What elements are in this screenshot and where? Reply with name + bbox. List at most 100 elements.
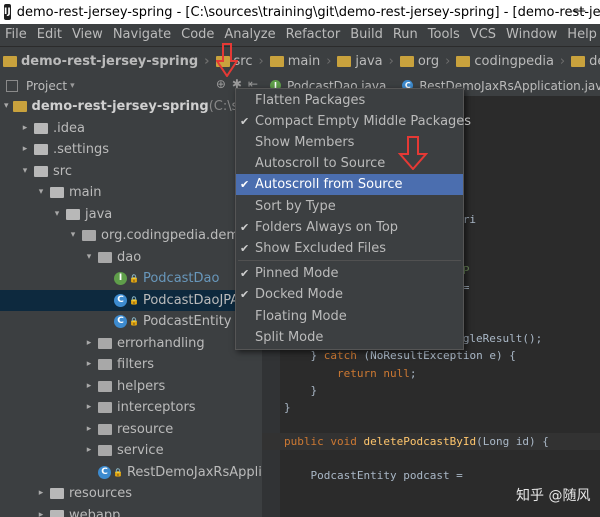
- tree-row[interactable]: ▸ interceptors: [0, 397, 262, 418]
- menu-item-autoscroll-to-source[interactable]: Autoscroll to Source: [236, 153, 463, 174]
- menu-item-show-excluded-files[interactable]: ✔ Show Excluded Files: [236, 238, 463, 259]
- breadcrumb-item[interactable]: org ›: [397, 54, 454, 69]
- minimize-icon[interactable]: —: [564, 2, 594, 20]
- sync-icon[interactable]: ⊕: [216, 77, 226, 91]
- chevron-down-icon[interactable]: ▾: [36, 182, 46, 203]
- menu-item-floating-mode[interactable]: Floating Mode: [236, 306, 463, 327]
- tree-row[interactable]: ▾ java: [0, 204, 262, 225]
- checkmark-icon: ✔: [240, 178, 250, 191]
- chevron-right-icon[interactable]: ▸: [20, 118, 30, 139]
- tree-row[interactable]: ▸ helpers: [0, 376, 262, 397]
- tree-row[interactable]: ▸ resource: [0, 419, 262, 440]
- tree-row[interactable]: I 🔒 PodcastDao: [0, 268, 262, 289]
- tree-label: main: [69, 185, 102, 200]
- tree-row[interactable]: ▸ filters: [0, 354, 262, 375]
- chevron-right-icon: ›: [258, 53, 264, 69]
- chevron-right-icon[interactable]: ▸: [20, 139, 30, 160]
- code-token: }: [284, 349, 324, 363]
- menu-separator: [238, 260, 461, 261]
- tree-row[interactable]: C🔒RestDemoJaxRsApplicati: [0, 462, 262, 483]
- chevron-down-icon[interactable]: ▾: [4, 96, 9, 117]
- breadcrumb-item[interactable]: demo-rest-jersey-spring ›: [0, 54, 213, 69]
- chevron-down-icon[interactable]: ▾: [70, 81, 75, 91]
- menu-item-label: Compact Empty Middle Packages: [255, 114, 472, 129]
- project-panel-title[interactable]: Project: [26, 79, 67, 93]
- menu-item-split-mode[interactable]: Split Mode: [236, 327, 463, 348]
- menu-navigate[interactable]: Navigate: [108, 24, 176, 46]
- menu-item-label: Autoscroll to Source: [255, 156, 386, 171]
- chevron-right-icon[interactable]: ▸: [84, 376, 94, 397]
- checkmark-icon: ✔: [240, 288, 250, 301]
- menu-item-autoscroll-from-source[interactable]: ✔ Autoscroll from Source: [236, 174, 463, 195]
- menu-item-folders-always-on-top[interactable]: ✔ Folders Always on Top: [236, 217, 463, 238]
- tree-label: src: [53, 163, 72, 179]
- tree-row[interactable]: ▾ src: [0, 161, 262, 182]
- menu-item-label: Pinned Mode: [255, 266, 339, 281]
- chevron-right-icon[interactable]: ▸: [36, 483, 46, 504]
- tree-label: PodcastEntity: [142, 314, 232, 329]
- menu-help[interactable]: Help: [562, 24, 600, 46]
- menu-item-pinned-mode[interactable]: ✔ Pinned Mode: [236, 263, 463, 284]
- tree-row[interactable]: ▸ errorhandling: [0, 333, 262, 354]
- tree-row[interactable]: ▸ webapp: [0, 505, 262, 517]
- window-title: demo-rest-jersey-spring - [C:\sources\tr…: [16, 4, 600, 20]
- menu-item-docked-mode[interactable]: ✔ Docked Mode: [236, 284, 463, 305]
- tree-row[interactable]: C 🔒 PodcastEntity: [0, 311, 262, 332]
- menu-window[interactable]: Window: [501, 24, 562, 46]
- tree-row[interactable]: ▸ service: [0, 440, 262, 461]
- breadcrumb-label: codingpedia: [474, 53, 554, 69]
- menu-vcs[interactable]: VCS: [465, 24, 501, 46]
- breadcrumb-item[interactable]: main ›: [267, 54, 335, 69]
- intellij-idea-icon: IJ: [4, 4, 11, 20]
- menu-code[interactable]: Code: [176, 24, 219, 46]
- tree-row[interactable]: ▸ .idea: [0, 118, 262, 139]
- project-tree[interactable]: ▾demo-rest-jersey-spring (C:\sources\▸.i…: [0, 96, 262, 517]
- package-icon: [98, 337, 112, 349]
- menu-item-compact-empty-middle-packages[interactable]: ✔ Compact Empty Middle Packages: [236, 111, 471, 132]
- folder-icon: [34, 122, 48, 134]
- tree-row[interactable]: ▸ .settings: [0, 139, 262, 160]
- tree-row[interactable]: ▸ resources: [0, 483, 262, 504]
- chevron-down-icon[interactable]: ▾: [20, 161, 30, 182]
- menu-item-flatten-packages[interactable]: Flatten Packages: [236, 90, 463, 111]
- menu-item-show-members[interactable]: Show Members: [236, 132, 463, 153]
- chevron-right-icon[interactable]: ▸: [84, 397, 94, 418]
- code-line: public void deletePodcastById(Long id) {: [262, 432, 600, 450]
- breadcrumb-label: demo: [589, 53, 600, 69]
- folder-icon: [399, 55, 414, 67]
- chevron-right-icon[interactable]: ▸: [84, 419, 94, 440]
- menu-file[interactable]: File: [0, 24, 32, 46]
- tree-row[interactable]: ▾ dao: [0, 247, 262, 268]
- menu-tools[interactable]: Tools: [423, 24, 465, 46]
- tree-row[interactable]: C 🔒 PodcastDaoJPA2I: [0, 289, 262, 311]
- chevron-right-icon: ›: [445, 53, 451, 69]
- chevron-down-icon[interactable]: ▾: [68, 225, 78, 246]
- tree-label: PodcastDao: [142, 271, 220, 286]
- tree-label: .idea: [53, 120, 85, 136]
- lock-icon: 🔒: [129, 317, 139, 326]
- package-icon: [98, 380, 112, 392]
- menu-run[interactable]: Run: [388, 24, 423, 46]
- tree-row[interactable]: ▾ main: [0, 182, 262, 203]
- chevron-down-icon[interactable]: ▾: [84, 247, 94, 268]
- breadcrumb-item[interactable]: demo›: [568, 54, 600, 69]
- breadcrumb-item[interactable]: codingpedia ›: [453, 54, 568, 69]
- chevron-right-icon[interactable]: ▸: [36, 505, 46, 517]
- chevron-right-icon[interactable]: ▸: [84, 440, 94, 461]
- tree-row[interactable]: ▾ org.codingpedia.demo.res: [0, 225, 262, 246]
- menu-item-label: Split Mode: [255, 330, 324, 345]
- menu-edit[interactable]: Edit: [32, 24, 67, 46]
- menu-refactor[interactable]: Refactor: [281, 24, 346, 46]
- menu-build[interactable]: Build: [345, 24, 388, 46]
- breadcrumb-item[interactable]: java ›: [334, 54, 396, 69]
- chevron-right-icon: ›: [204, 53, 210, 69]
- menu-view[interactable]: View: [67, 24, 108, 46]
- menu-item-sort-by-type[interactable]: Sort by Type: [236, 196, 463, 217]
- chevron-right-icon[interactable]: ▸: [84, 354, 94, 375]
- code-token: ;: [409, 366, 417, 380]
- chevron-right-icon[interactable]: ▸: [84, 333, 94, 354]
- chevron-down-icon[interactable]: ▾: [52, 204, 62, 225]
- tree-row[interactable]: ▾demo-rest-jersey-spring (C:\sources\: [0, 96, 262, 117]
